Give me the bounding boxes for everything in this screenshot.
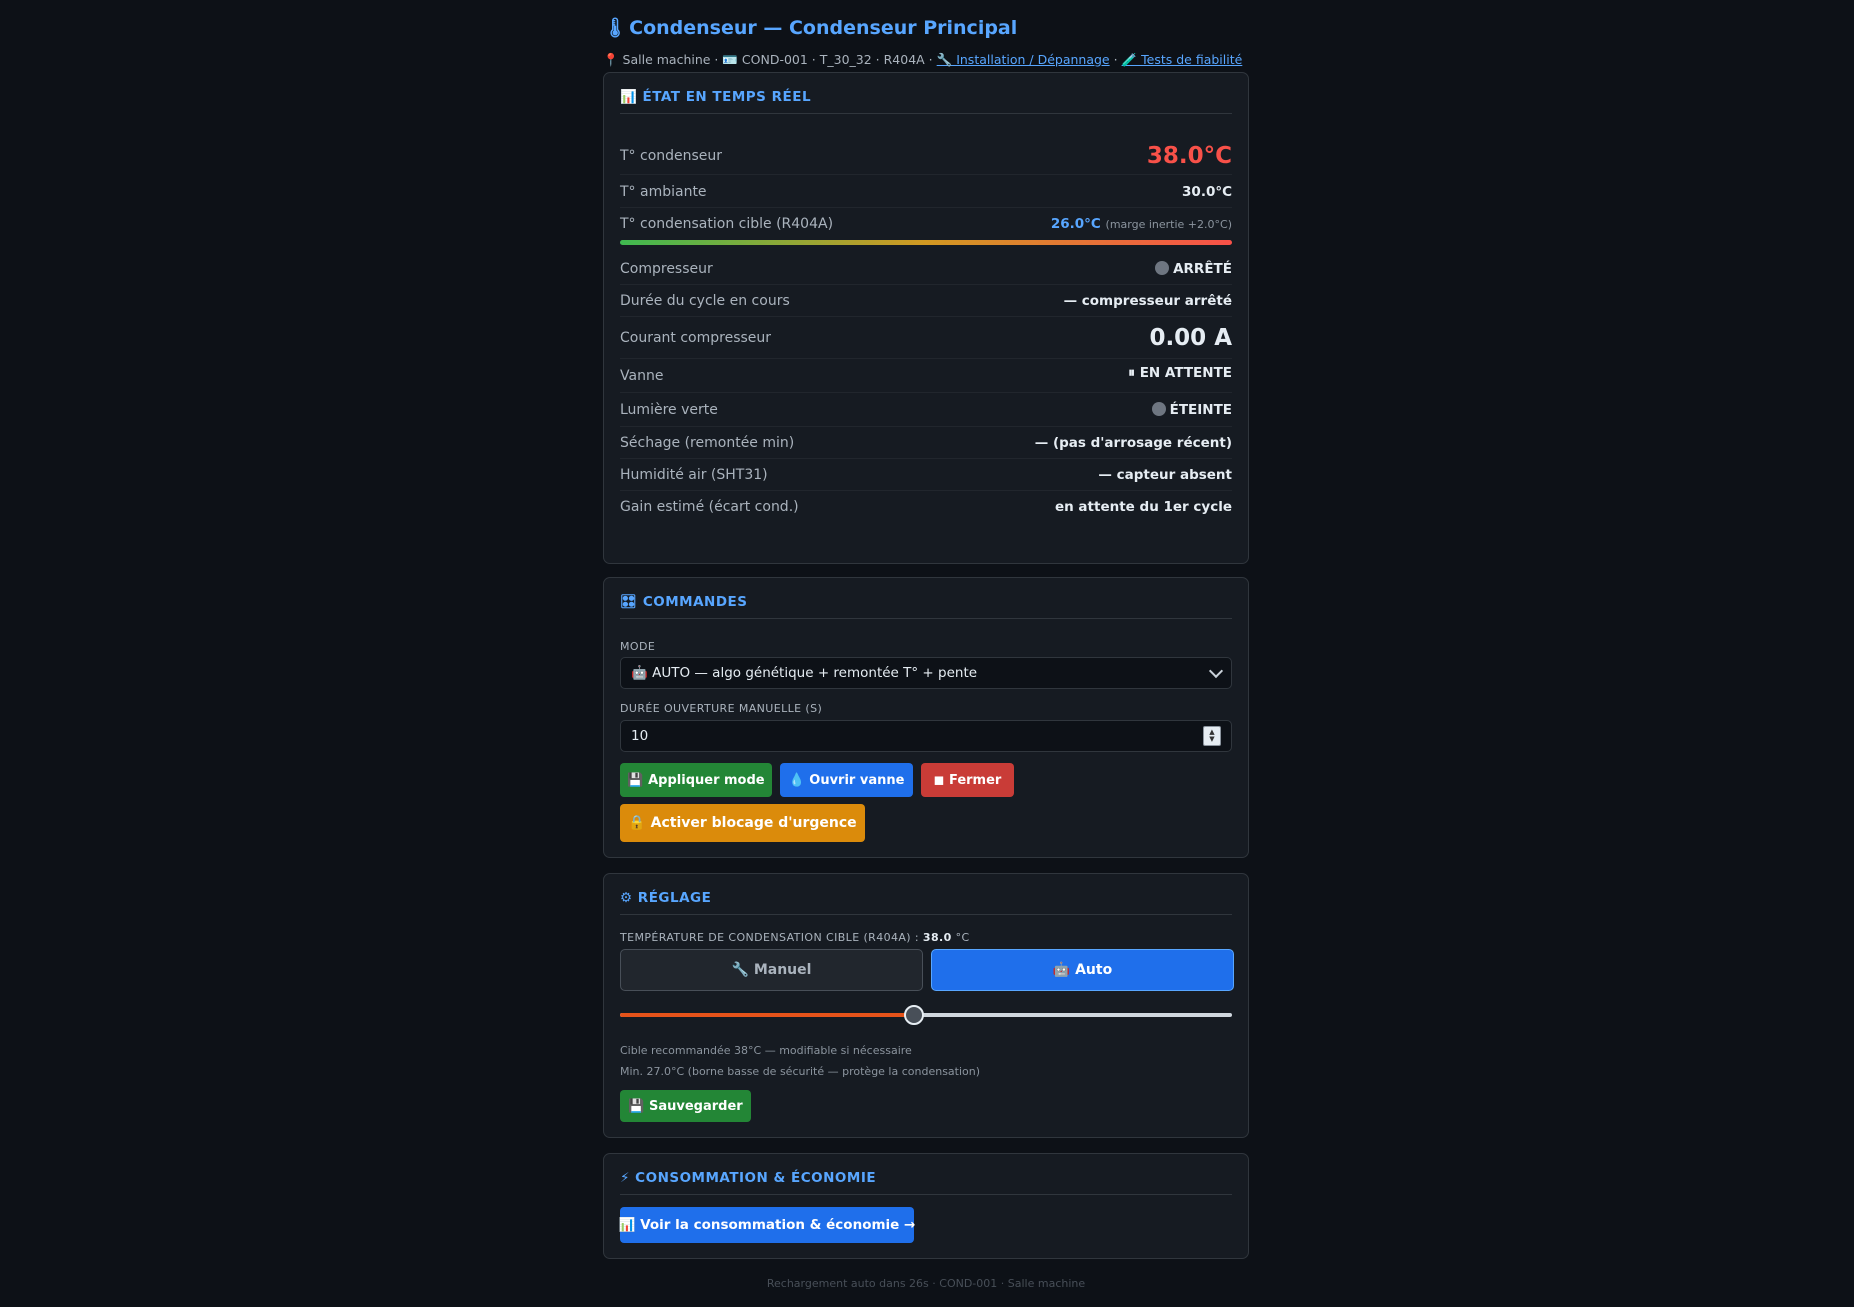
- row-humidity: Humidité air (SHT31) — capteur absent: [620, 459, 1232, 491]
- installation-link[interactable]: 🔧 Installation / Dépannage: [937, 52, 1110, 67]
- target-temp-setting-value: 38.0: [922, 931, 952, 944]
- humidity-value: — capteur absent: [1098, 466, 1232, 483]
- recommended-hint: Cible recommandée 38°C — modifiable si n…: [620, 1044, 912, 1057]
- row-valve: Vanne ⏸ EN ATTENTE: [620, 359, 1232, 393]
- tests-link[interactable]: 🧪 Tests de fiabilité: [1122, 52, 1243, 67]
- slider-fill: [620, 1013, 914, 1017]
- footer-status: Rechargement auto dans 26s · COND-001 · …: [766, 1277, 1086, 1290]
- consumption-heading: ⚡ CONSOMMATION & ÉCONOMIE: [620, 1170, 1232, 1195]
- commands-heading: 🎛 COMMANDES: [620, 594, 1232, 619]
- estimated-gain-value: en attente du 1er cycle: [1054, 498, 1232, 515]
- location-info: 📍 Salle machine · 🪪 COND-001 · T_30_32 ·…: [603, 52, 933, 67]
- compressor-status: ARRÊTÉ: [1173, 260, 1232, 277]
- ambient-temp-value: 30.0°C: [1182, 183, 1232, 200]
- manual-duration-label: DURÉE OUVERTURE MANUELLE (S): [620, 702, 823, 715]
- target-temp-label: TEMPÉRATURE DE CONDENSATION CIBLE (R404A…: [620, 931, 970, 944]
- mode-label: MODE: [620, 640, 656, 653]
- open-valve-button[interactable]: 💧 Ouvrir vanne: [780, 763, 913, 797]
- row-green-light: Lumière verte ÉTEINTE: [620, 393, 1232, 427]
- commands-card: 🎛 COMMANDES MODE 🤖 AUTO — algo génétique…: [603, 577, 1249, 858]
- save-button[interactable]: 💾 Sauvegarder: [620, 1090, 751, 1122]
- close-valve-button[interactable]: ◼ Fermer: [921, 763, 1014, 797]
- apply-mode-button[interactable]: 💾 Appliquer mode: [620, 763, 772, 797]
- row-drying: Séchage (remontée min) — (pas d'arrosage…: [620, 427, 1232, 459]
- target-temp-value: 26.0°C: [1050, 215, 1101, 232]
- breadcrumb: 📍 Salle machine · 🪪 COND-001 · T_30_32 ·…: [603, 52, 1242, 68]
- auto-toggle-button[interactable]: 🤖 Auto: [931, 949, 1234, 991]
- min-hint: Min. 27.0°C (borne basse de sécurité — p…: [620, 1065, 981, 1078]
- cycle-duration-value: — compresseur arrêté: [1063, 292, 1232, 309]
- settings-card: ⚙ RÉGLAGE TEMPÉRATURE DE CONDENSATION CI…: [603, 873, 1249, 1138]
- green-light-status: ÉTEINTE: [1169, 401, 1232, 418]
- status-dot-icon: [1151, 401, 1166, 416]
- mode-selected-value: 🤖 AUTO — algo génétique + remontée T° + …: [631, 665, 978, 681]
- compressor-current-value: 0.00 A: [1149, 324, 1232, 351]
- row-estimated-gain: Gain estimé (écart cond.) en attente du …: [620, 498, 1232, 515]
- condenser-temp-value: 38.0°C: [1146, 142, 1232, 169]
- status-dot-icon: [1155, 260, 1170, 275]
- row-cycle-duration: Durée du cycle en cours — compresseur ar…: [620, 285, 1232, 317]
- row-compressor: Compresseur ARRÊTÉ: [620, 253, 1232, 285]
- row-ambient-temp: T° ambiante 30.0°C: [620, 176, 1232, 208]
- separator: ·: [1113, 52, 1118, 67]
- temperature-gradient-bar: [620, 240, 1232, 245]
- row-condenser-temp: T° condenseur 38.0°C: [620, 137, 1232, 175]
- thermometer-icon: 🌡: [603, 17, 628, 39]
- manual-duration-value: 10: [631, 728, 649, 744]
- drying-value: — (pas d'arrosage récent): [1034, 434, 1232, 451]
- realtime-card: 📊 ÉTAT EN TEMPS RÉEL T° condenseur 38.0°…: [603, 72, 1249, 564]
- valve-status: ⏸ EN ATTENTE: [1128, 364, 1232, 381]
- number-spinner-icon[interactable]: ▲ ▼: [1203, 726, 1221, 746]
- manual-toggle-button[interactable]: 🔧 Manuel: [620, 949, 923, 991]
- realtime-heading: 📊 ÉTAT EN TEMPS RÉEL: [620, 89, 1232, 114]
- target-temp-slider[interactable]: [620, 1005, 1232, 1025]
- consumption-card: ⚡ CONSOMMATION & ÉCONOMIE 📊 Voir la cons…: [603, 1153, 1249, 1259]
- settings-heading: ⚙ RÉGLAGE: [620, 890, 1232, 915]
- view-consumption-button[interactable]: 📊 Voir la consommation & économie →: [619, 1207, 915, 1243]
- inertia-note: (marge inertie +2.0°C): [1105, 217, 1232, 231]
- chevron-down-icon: [1208, 663, 1224, 678]
- mode-select[interactable]: 🤖 AUTO — algo génétique + remontée T° + …: [620, 657, 1232, 689]
- slider-thumb[interactable]: [903, 1005, 924, 1025]
- manual-duration-input[interactable]: 10 ▲ ▼: [620, 720, 1232, 752]
- emergency-lock-button[interactable]: 🔒 Activer blocage d'urgence: [620, 804, 865, 842]
- row-compressor-current: Courant compresseur 0.00 A: [620, 317, 1232, 359]
- page-title: 🌡 Condenseur — Condenseur Principal: [603, 17, 1018, 39]
- row-target-temp: T° condensation cible (R404A) 26.0°C (ma…: [620, 215, 1232, 232]
